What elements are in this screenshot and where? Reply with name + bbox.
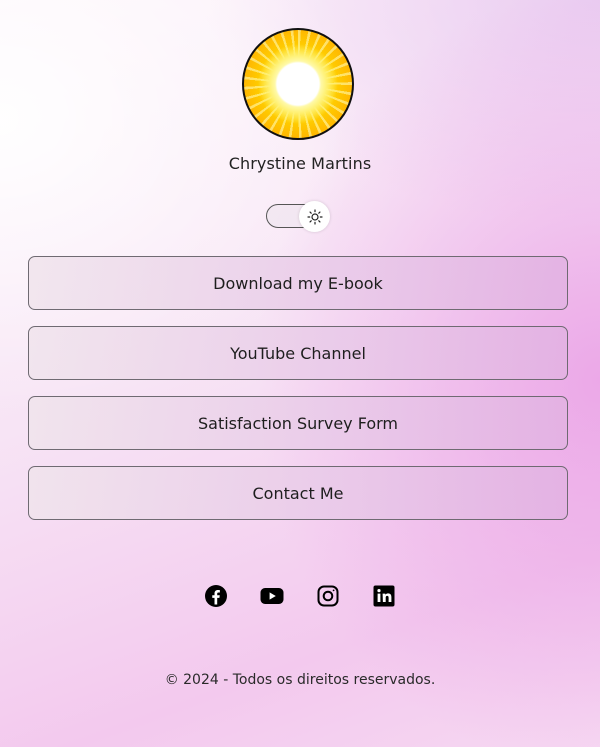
linkedin-icon[interactable] bbox=[372, 584, 396, 608]
social-links bbox=[0, 584, 600, 608]
instagram-icon[interactable] bbox=[316, 584, 340, 608]
theme-toggle-knob[interactable] bbox=[299, 201, 330, 232]
footer-copyright: © 2024 - Todos os direitos reservados. bbox=[164, 672, 436, 688]
avatar bbox=[242, 28, 354, 140]
profile-name: Chrystine Martins bbox=[228, 154, 372, 173]
facebook-icon[interactable] bbox=[204, 584, 228, 608]
youtube-channel-button[interactable]: YouTube Channel bbox=[28, 326, 568, 380]
youtube-icon[interactable] bbox=[260, 584, 284, 608]
link-list: Download my E-book YouTube Channel Satis… bbox=[28, 256, 568, 536]
contact-me-button[interactable]: Contact Me bbox=[28, 466, 568, 520]
survey-form-button[interactable]: Satisfaction Survey Form bbox=[28, 396, 568, 450]
page: Chrystine Martins Download my E-book You… bbox=[0, 0, 600, 747]
sun-icon bbox=[306, 208, 323, 225]
ebook-button[interactable]: Download my E-book bbox=[28, 256, 568, 310]
